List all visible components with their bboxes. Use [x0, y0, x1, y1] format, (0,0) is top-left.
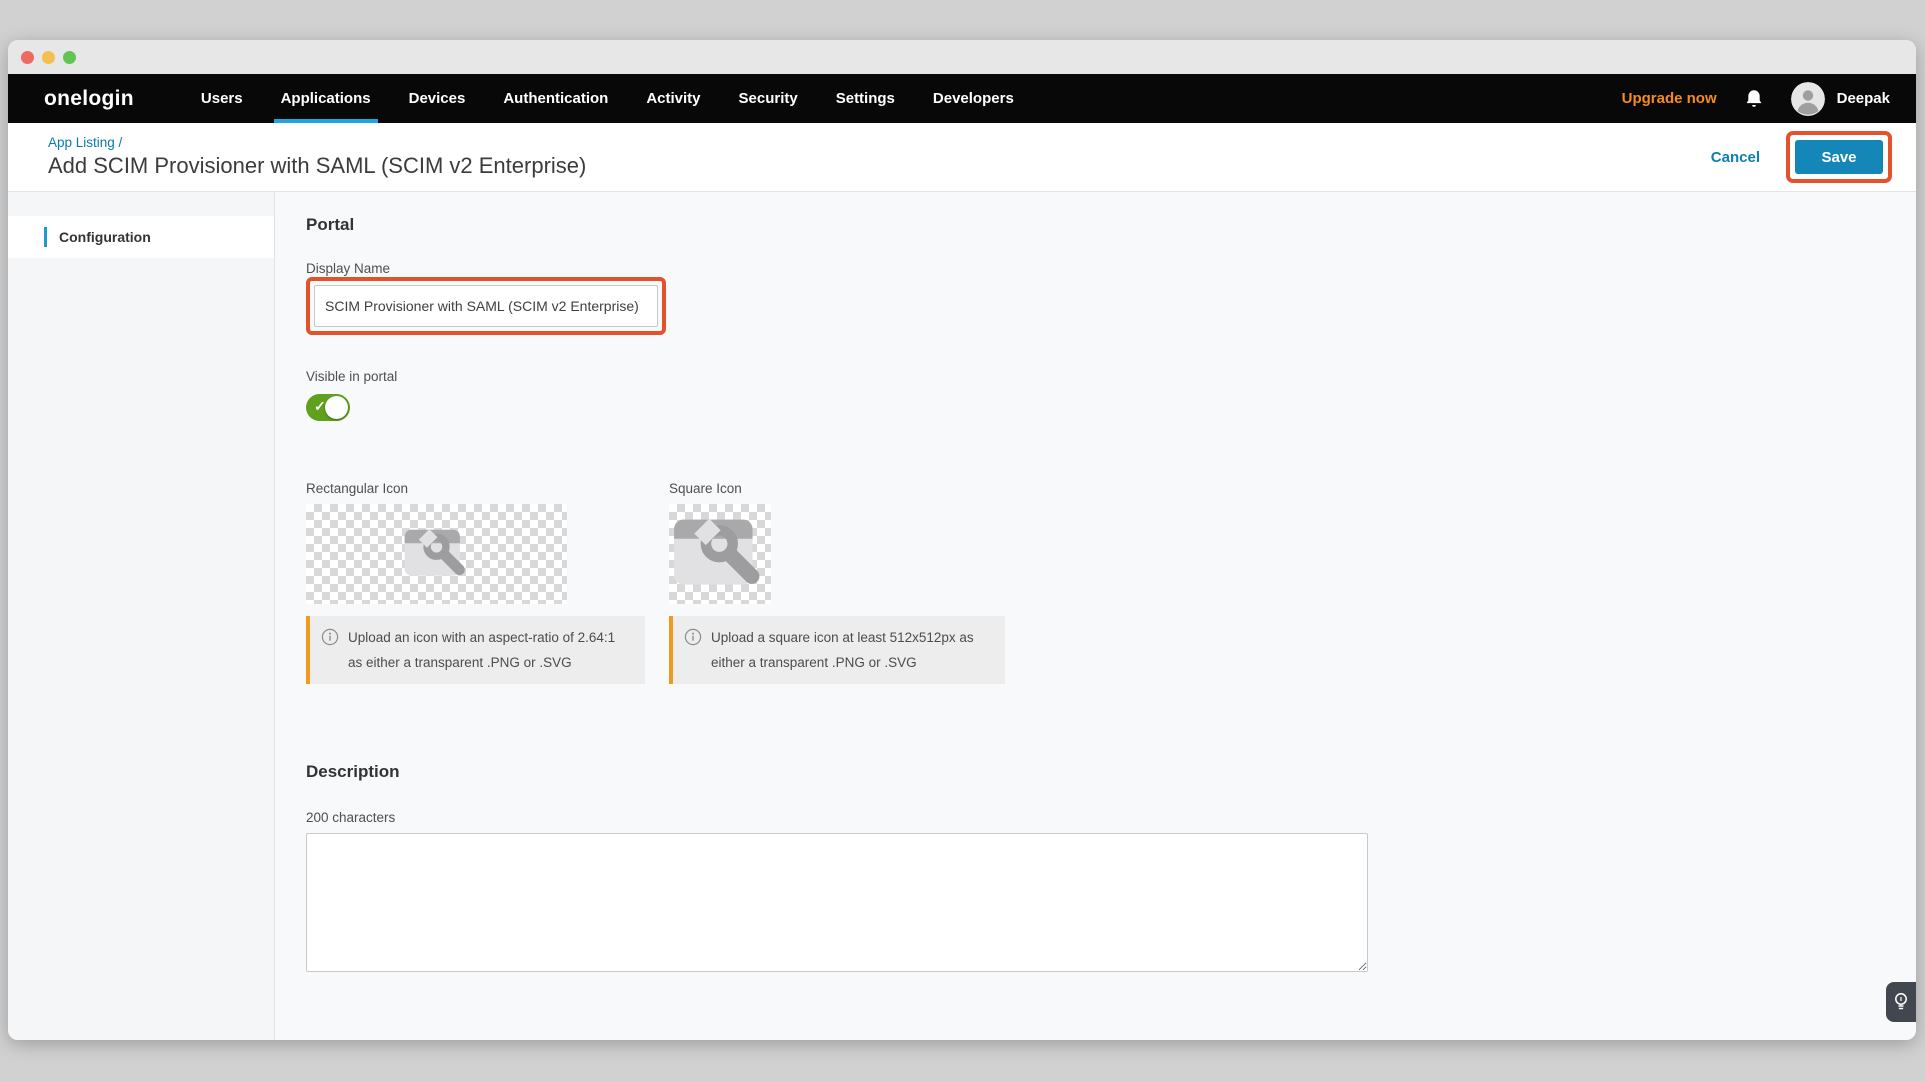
info-icon — [684, 628, 702, 646]
nav-item-devices[interactable]: Devices — [390, 74, 485, 123]
rectangular-icon-upload[interactable] — [306, 504, 567, 604]
rectangular-icon-label: Rectangular Icon — [306, 481, 645, 496]
description-section-heading: Description — [306, 762, 1916, 782]
main-content: Portal Display Name Visible in portal ✓ … — [275, 192, 1916, 1040]
nav-item-security[interactable]: Security — [720, 74, 817, 123]
square-icon-upload[interactable] — [669, 504, 771, 604]
rectangular-icon-column: Rectangular Icon Upload an icon with an … — [306, 481, 645, 684]
visible-in-portal-toggle[interactable]: ✓ — [306, 394, 350, 421]
sidebar: Configuration — [8, 192, 275, 1040]
browser-window: onelogin Users Applications Devices Auth… — [8, 40, 1916, 1040]
sidebar-item-label: Configuration — [59, 229, 151, 245]
nav-item-applications[interactable]: Applications — [262, 74, 390, 123]
window-close-button[interactable] — [21, 51, 34, 64]
cancel-button[interactable]: Cancel — [1711, 149, 1760, 166]
onelogin-logo[interactable]: onelogin — [44, 87, 134, 111]
square-icon-hint: Upload a square icon at least 512x512px … — [669, 616, 1005, 684]
nav-item-authentication[interactable]: Authentication — [484, 74, 627, 123]
window-minimize-button[interactable] — [42, 51, 55, 64]
page-title: Add SCIM Provisioner with SAML (SCIM v2 … — [48, 153, 586, 179]
nav-item-users[interactable]: Users — [182, 74, 262, 123]
page-header-actions: Cancel Save — [1711, 131, 1892, 183]
square-icon-hint-text: Upload a square icon at least 512x512px … — [711, 630, 974, 670]
portal-section-heading: Portal — [306, 215, 1916, 235]
nav-item-settings[interactable]: Settings — [817, 74, 914, 123]
annotation-box-save: Save — [1786, 131, 1892, 183]
app-window-wrench-icon — [401, 523, 473, 585]
breadcrumb[interactable]: App Listing / — [48, 135, 586, 150]
nav-item-activity[interactable]: Activity — [627, 74, 719, 123]
nav-item-developers[interactable]: Developers — [914, 74, 1033, 123]
sidebar-item-configuration[interactable]: Configuration — [8, 216, 274, 258]
description-textarea[interactable] — [306, 833, 1368, 972]
navbar-right: Upgrade now Deepak — [1622, 74, 1916, 123]
app-window-wrench-icon — [672, 510, 768, 598]
toggle-check-icon: ✓ — [314, 398, 326, 415]
upgrade-now-link[interactable]: Upgrade now — [1622, 90, 1717, 107]
character-count-label: 200 characters — [306, 810, 1916, 825]
visible-in-portal-label: Visible in portal — [306, 369, 1916, 384]
display-name-input[interactable] — [314, 285, 658, 327]
page-header-titles: App Listing / Add SCIM Provisioner with … — [48, 135, 586, 179]
window-zoom-button[interactable] — [63, 51, 76, 64]
rectangular-icon-hint: Upload an icon with an aspect-ratio of 2… — [306, 616, 645, 684]
lightbulb-icon — [1893, 991, 1909, 1013]
square-icon-column: Square Icon Upload a square icon at leas… — [669, 481, 1005, 684]
rectangular-icon-hint-text: Upload an icon with an aspect-ratio of 2… — [348, 630, 615, 670]
top-navbar: onelogin Users Applications Devices Auth… — [8, 74, 1916, 123]
window-titlebar — [8, 40, 1916, 74]
info-icon — [321, 628, 339, 646]
user-name: Deepak — [1837, 90, 1890, 107]
user-avatar — [1791, 82, 1825, 116]
user-menu[interactable]: Deepak — [1791, 82, 1890, 116]
save-button[interactable]: Save — [1795, 140, 1883, 174]
square-icon-label: Square Icon — [669, 481, 1005, 496]
annotation-box-display-name — [306, 277, 666, 335]
notifications-bell-icon[interactable] — [1743, 88, 1765, 110]
nav-items: Users Applications Devices Authenticatio… — [182, 74, 1033, 123]
display-name-label: Display Name — [306, 261, 1916, 276]
icon-upload-section: Rectangular Icon Upload an icon with an … — [306, 481, 1916, 684]
page-header: App Listing / Add SCIM Provisioner with … — [8, 123, 1916, 192]
page-body: Configuration Portal Display Name Visibl… — [8, 192, 1916, 1040]
help-button[interactable] — [1886, 982, 1916, 1022]
toggle-knob — [325, 396, 348, 419]
